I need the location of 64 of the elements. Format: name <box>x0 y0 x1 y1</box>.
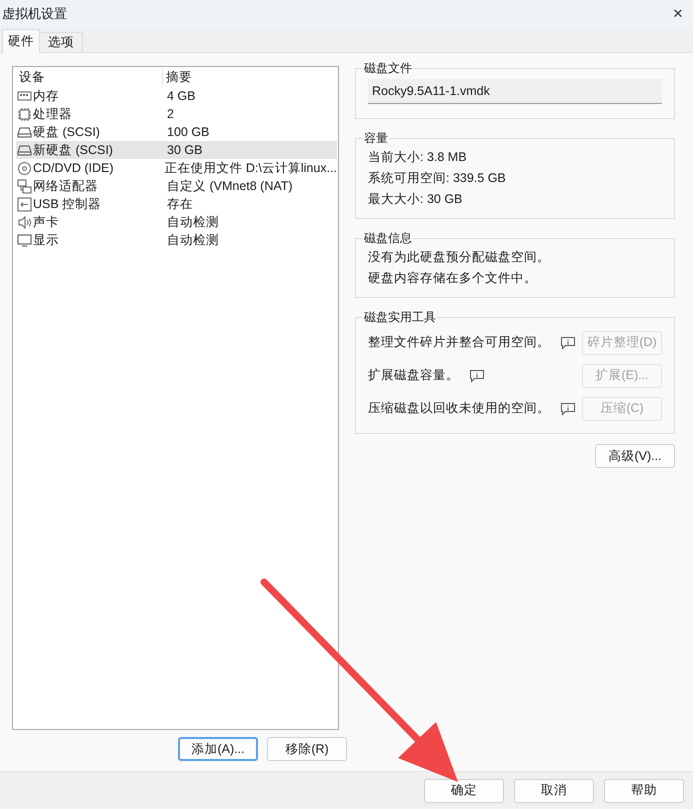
tab[interactable]: 硬件 <box>2 29 40 53</box>
speaker-icon <box>17 214 32 230</box>
tab[interactable]: 选项 <box>40 32 83 52</box>
device-name: USB 控制器 <box>33 196 102 213</box>
dialog-button[interactable]: 取消 <box>514 778 594 802</box>
info-text: 没有为此硬盘预分配磁盘空间。 <box>368 249 551 266</box>
dialog-button[interactable]: 帮助 <box>604 778 684 802</box>
device-row[interactable]: 内存 4 GB <box>16 87 337 105</box>
device-row[interactable]: 新硬盘 (SCSI) 30 GB <box>16 141 337 159</box>
device-row[interactable]: 显示 自动检测 <box>16 231 337 249</box>
device-summary: 4 GB <box>166 88 196 105</box>
usb-icon <box>17 196 32 212</box>
utility-text: 整理文件碎片并整合可用空间。 <box>368 334 550 352</box>
device-summary: 自动检测 <box>166 214 219 231</box>
list-button[interactable]: 移除(R) <box>267 737 347 761</box>
close-button[interactable]: ✕ <box>669 5 687 23</box>
info-icon[interactable] <box>560 402 576 416</box>
device-name: CD/DVD (IDE) <box>33 160 114 177</box>
device-name: 显示 <box>33 232 59 249</box>
device-row[interactable]: USB 控制器 存在 <box>16 195 337 213</box>
device-row[interactable]: 处理器 2 <box>16 105 337 123</box>
device-name: 新硬盘 (SCSI) <box>33 142 113 159</box>
file-name-field[interactable]: Rocky9.5A11-1.vmdk <box>368 79 662 104</box>
memory-icon <box>17 88 32 104</box>
utility-text: 扩展磁盘容量。 <box>368 367 459 384</box>
info-icon[interactable] <box>469 368 485 382</box>
device-name: 网络适配器 <box>33 178 98 195</box>
group-title: 磁盘实用工具 <box>363 309 437 326</box>
device-name: 处理器 <box>33 106 72 123</box>
utility-text: 压缩磁盘以回收未使用的空间。 <box>368 400 550 418</box>
monitor-icon <box>17 232 32 248</box>
disc-icon <box>17 160 32 176</box>
device-name: 硬盘 (SCSI) <box>33 124 100 141</box>
capacity-text: 系统可用空间: 339.5 GB <box>368 170 507 188</box>
advanced-button[interactable]: 高级(V)... <box>595 444 675 468</box>
device-row[interactable]: 网络适配器 自定义 (VMnet8 (NAT) <box>16 177 337 195</box>
device-summary: 100 GB <box>166 124 210 141</box>
info-text: 硬盘内容存储在多个文件中。 <box>368 270 538 288</box>
info-icon[interactable] <box>560 336 576 350</box>
window-title: 虚拟机设置 <box>2 5 67 24</box>
device-summary: 自定义 (VMnet8 (NAT) <box>166 178 293 195</box>
dialog-button[interactable]: 确定 <box>424 778 504 802</box>
group-title: 容量 <box>363 130 389 147</box>
device-name: 声卡 <box>33 214 59 231</box>
device-row[interactable]: 硬盘 (SCSI) 100 GB <box>16 123 337 141</box>
chip-icon <box>17 106 32 122</box>
group-title: 磁盘文件 <box>363 60 413 77</box>
device-summary: 30 GB <box>166 142 202 159</box>
device-row[interactable]: CD/DVD (IDE) 正在使用文件 D:\云计算linux... <box>16 159 337 177</box>
device-name: 内存 <box>33 88 59 105</box>
disk-drive-icon <box>17 124 32 140</box>
device-summary: 存在 <box>166 196 193 213</box>
capacity-text: 最大大小: 30 GB <box>368 191 464 208</box>
capacity-text: 当前大小: 3.8 MB <box>368 149 468 166</box>
device-summary: 2 <box>166 106 174 123</box>
device-summary: 正在使用文件 D:\云计算linux... <box>163 160 337 177</box>
column-header[interactable]: 设备 <box>16 68 163 87</box>
disk-drive-icon <box>17 142 32 158</box>
list-button[interactable]: 添加(A)... <box>178 737 258 761</box>
network-icon <box>17 178 32 194</box>
column-header[interactable]: 摘要 <box>163 68 192 87</box>
device-summary: 自动检测 <box>166 232 219 249</box>
group-title: 磁盘信息 <box>363 230 413 247</box>
device-row[interactable]: 声卡 自动检测 <box>16 213 337 231</box>
